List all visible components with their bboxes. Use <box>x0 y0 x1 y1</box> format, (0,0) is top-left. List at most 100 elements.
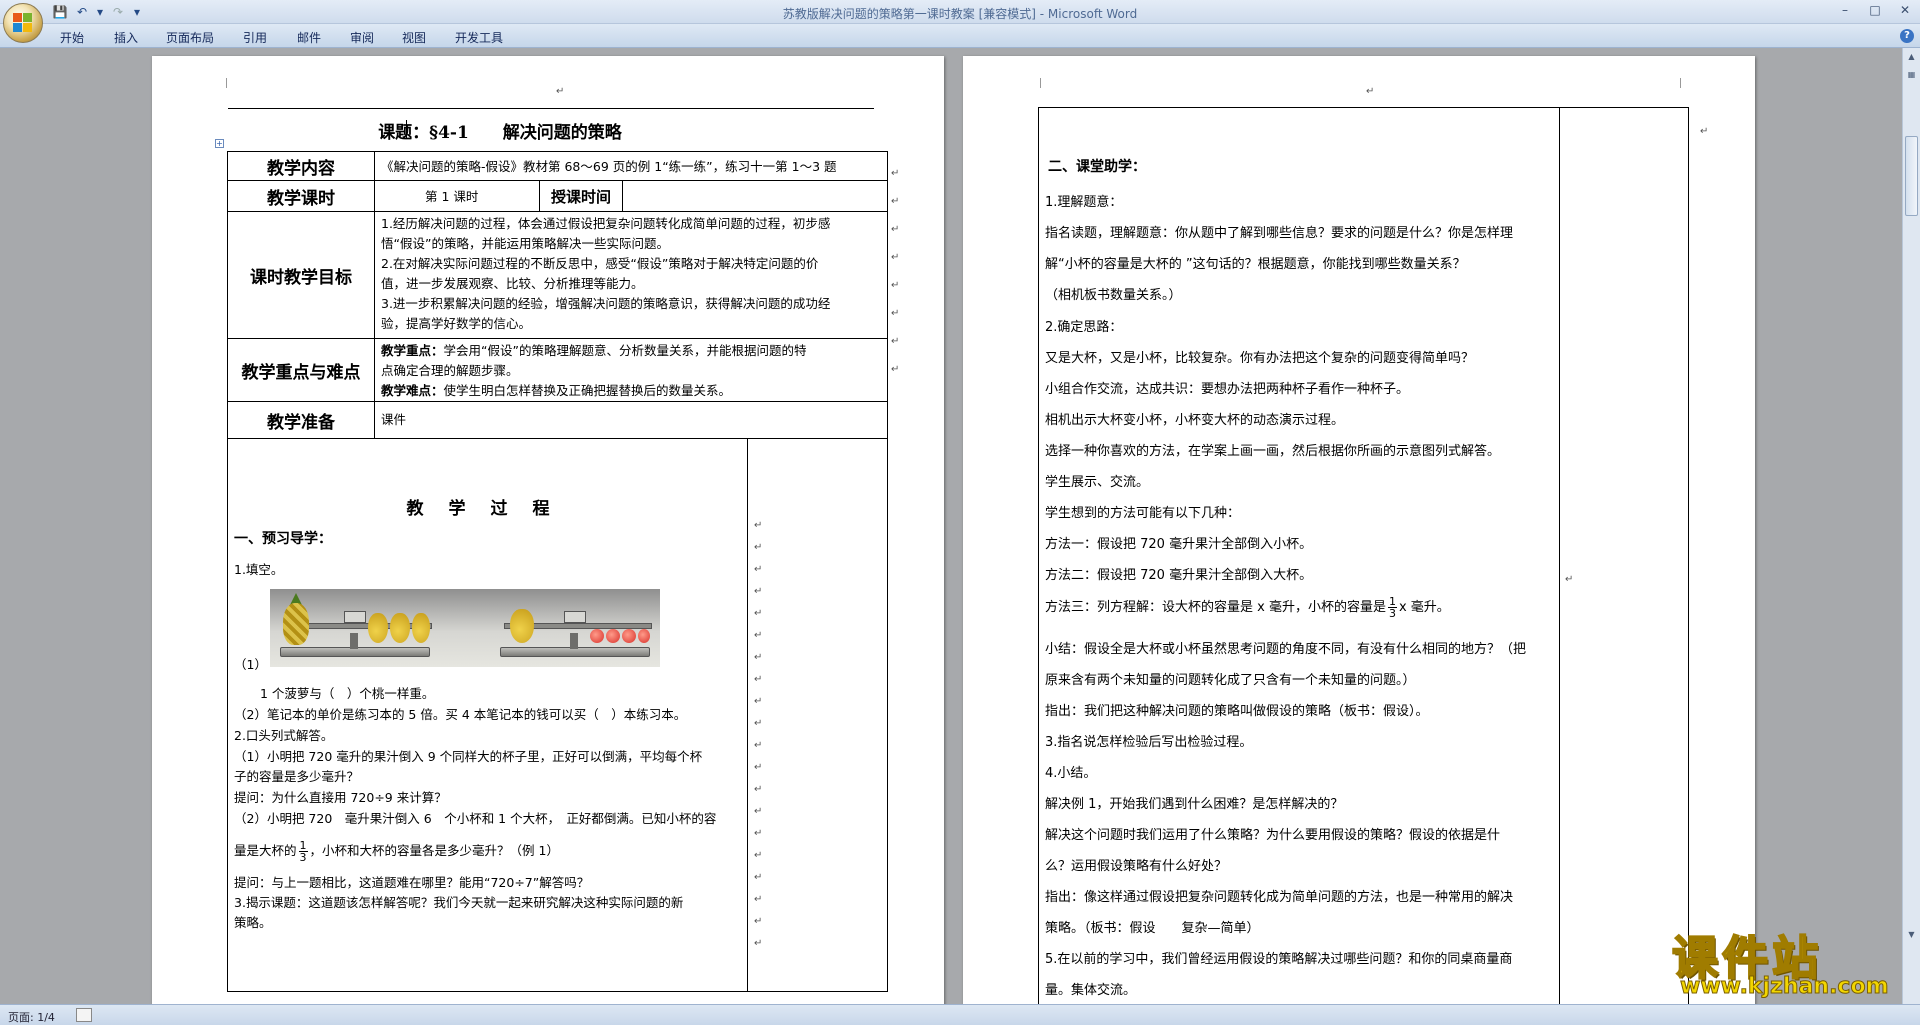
proofing-icon[interactable] <box>76 1008 92 1022</box>
fraction-denominator: 3 <box>1388 607 1396 620</box>
paragraph-mark: ↵ <box>556 86 565 97</box>
body-line: 2.口头列式解答。 <box>234 728 334 743</box>
key-lines: 教学重点：学会用“假设”的策略理解题意、分析数量关系，并能根据问题的特 点确定合… <box>375 339 887 403</box>
body-line: （1） <box>234 657 267 672</box>
section-heading-2: 二、课堂助学： <box>1048 159 1146 175</box>
header-rule <box>228 108 874 109</box>
window-controls: – □ ✕ <box>1830 0 1920 20</box>
body-line: 策略。 <box>234 915 272 930</box>
body-line: （2）笔记本的单价是练习本的 5 倍。买 4 本笔记本的钱可以买（ ）本练习本。 <box>234 707 687 722</box>
body-line: 1 个菠萝与（ ）个桃一样重。 <box>260 686 435 701</box>
peach-icon <box>606 629 620 643</box>
balance-scale-image <box>270 589 660 667</box>
body-line: 选择一种你喜欢的方法，在学案上画一画，然后根据你所画的示意图列式解答。 <box>1045 444 1501 459</box>
content-value: 《解决问题的策略-假设》教材第 68～69 页的例 1“练一练”，练习十一第 1… <box>381 159 837 174</box>
notes-cell[interactable] <box>747 438 888 992</box>
body-text: x 毫升。 <box>1398 600 1450 615</box>
difficulty-label: 教学难点： <box>381 383 444 398</box>
content-head: 教学内容 <box>267 158 335 179</box>
peach-icon <box>590 629 604 643</box>
body-text: ，小杯和大杯的容量各是多少毫升？（例 1） <box>309 843 559 858</box>
pear-icon <box>390 613 410 643</box>
paragraph-mark: ↵ <box>1565 574 1574 585</box>
body-text: 方法三：列方程解：设大杯的容量是 x 毫升，小杯的容量是 <box>1045 600 1386 615</box>
body-line: 小结：假设全是大杯或小杯虽然思考问题的角度不同，有没有什么相同的地方？（把 <box>1045 642 1527 657</box>
hours-value-cell[interactable]: 第 1 课时 <box>374 180 540 212</box>
tab-developer[interactable]: 开发工具 <box>455 29 503 46</box>
body-line: 量。集体交流。 <box>1045 983 1137 998</box>
body-line: 提问：为什么直接用 720÷9 来计算？ <box>234 790 447 805</box>
fraction-one-third: 13 <box>298 840 308 864</box>
office-logo-icon <box>13 13 33 33</box>
difficulty-text: 使学生明白怎样替换及正确把握替换后的数量关系。 <box>443 383 732 398</box>
body-line: 3.指名说怎样检验后写出检验过程。 <box>1045 735 1253 750</box>
key-head: 教学重点与难点 <box>241 362 361 383</box>
fraction-denominator: 3 <box>299 851 307 864</box>
header-cell-content: 教学内容 <box>227 151 375 181</box>
goal-line: 1.经历解决问题的过程，体会通过假设把复杂问题转化成简单问题的过程，初步感 <box>381 216 831 231</box>
minimize-icon[interactable]: – <box>1830 0 1860 20</box>
scroll-down-icon[interactable]: ▼ <box>1905 928 1918 941</box>
office-button[interactable] <box>3 3 43 43</box>
goal-value-cell[interactable]: 1.经历解决问题的过程，体会通过假设把复杂问题转化成简单问题的过程，初步感 悟“… <box>374 211 888 339</box>
body-line: （相机板书数量关系。） <box>1045 288 1182 303</box>
tab-insert[interactable]: 插入 <box>114 29 138 46</box>
body-line: 小组合作交流，达成共识：要想办法把两种杯子看作一种杯子。 <box>1045 382 1410 397</box>
header-cell-key: 教学重点与难点 <box>227 338 375 402</box>
prep-head: 教学准备 <box>267 412 335 433</box>
prep-value-cell[interactable]: 课件 <box>374 401 888 439</box>
window-title: 苏教版解决问题的策略第一课时教案 [兼容模式] - Microsoft Word <box>782 7 1138 21</box>
help-icon[interactable]: ? <box>1900 29 1914 43</box>
page2-notes-cell[interactable] <box>1559 107 1689 1007</box>
page-counter[interactable]: 页面: 1/4 <box>8 1009 55 1025</box>
crop-mark <box>1040 78 1041 88</box>
body-line: 指出：像这样通过假设把复杂问题转化成为简单问题的方法，也是一种常用的解决 <box>1045 890 1514 905</box>
tab-view[interactable]: 视图 <box>402 29 426 46</box>
body-line: 3.揭示课题：这道题该怎样解答呢？我们今天就一起来研究解决这种实际问题的新 <box>234 895 684 910</box>
content-value-cell[interactable]: 《解决问题的策略-假设》教材第 68～69 页的例 1“练一练”，练习十一第 1… <box>374 151 888 181</box>
body-line-fraction: 量是大杯的 1 3 ，小杯和大杯的容量各是多少毫升？（例 1） <box>234 840 559 863</box>
tab-home[interactable]: 开始 <box>60 29 84 46</box>
body-line: 1.理解题意： <box>1045 195 1123 210</box>
tab-review[interactable]: 审阅 <box>350 29 374 46</box>
vertical-scrollbar[interactable]: ▲ ▦ ▼ <box>1902 48 1920 1004</box>
body-line: （1）小明把 720 毫升的果汁倒入 9 个同样大的杯子里，正好可以倒满，平均每… <box>234 749 703 764</box>
pineapple-icon <box>283 603 309 645</box>
prep-value: 课件 <box>381 412 407 427</box>
fraction-one-third: 13 <box>1387 596 1397 620</box>
page-title: 课题：§4-1 解决问题的策略 <box>378 123 622 143</box>
goal-line: 验，提高学好数学的信心。 <box>381 316 532 331</box>
title-bar: 💾 ↶ ▾ ↷ ▾ 苏教版解决问题的策略第一课时教案 [兼容模式] - Micr… <box>0 0 1920 24</box>
tab-mailings[interactable]: 邮件 <box>297 29 321 46</box>
tab-references[interactable]: 引用 <box>243 29 267 46</box>
time-value-cell[interactable] <box>622 180 888 212</box>
body-line: 方法二：假设把 720 毫升果汁全部倒入大杯。 <box>1045 568 1313 583</box>
watermark-url: www.kjzhan.com <box>1680 974 1890 1000</box>
process-head: 教 学 过 程 <box>406 499 554 519</box>
table-move-handle-icon[interactable]: + <box>215 139 224 148</box>
ruler-toggle-icon[interactable]: ▦ <box>1905 68 1918 81</box>
key-line: 点确定合理的解题步骤。 <box>381 363 519 378</box>
body-line-fraction: 方法三：列方程解：设大杯的容量是 x 毫升，小杯的容量是 1 3 x 毫升。 <box>1045 596 1450 619</box>
status-bar: 页面: 1/4 <box>0 1004 1920 1025</box>
scroll-up-icon[interactable]: ▲ <box>1905 50 1918 63</box>
body-line: 相机出示大杯变小杯，小杯变大杯的动态演示过程。 <box>1045 413 1345 428</box>
body-line: 指出：我们把这种解决问题的策略叫做假设的策略（板书：假设）。 <box>1045 704 1429 719</box>
goal-lines: 1.经历解决问题的过程，体会通过假设把复杂问题转化成简单问题的过程，初步感 悟“… <box>375 212 887 336</box>
time-head-cell: 授课时间 <box>539 180 623 212</box>
ribbon-tab-bar: 开始 插入 页面布局 引用 邮件 审阅 视图 开发工具 ? <box>0 24 1920 48</box>
body-line: 学生想到的方法可能有以下几种： <box>1045 506 1241 521</box>
close-icon[interactable]: ✕ <box>1890 0 1920 20</box>
scroll-thumb[interactable] <box>1905 136 1918 216</box>
goal-line: 2.在对解决实际问题过程的不断反思中，感受“假设”策略对于解决特定问题的价 <box>381 256 819 271</box>
paragraph-marks-column: ↵ ↵ ↵ ↵ ↵ ↵ ↵ ↵ ↵ ↵ ↵ ↵ ↵ ↵ ↵ ↵ ↵ ↵ ↵ ↵ <box>754 520 763 949</box>
hours-value: 第 1 课时 <box>425 189 479 204</box>
body-line: 1.填空。 <box>234 562 284 577</box>
goal-line: 悟“假设”的策略，并能运用策略解决一些实际问题。 <box>381 236 669 251</box>
paragraph-mark: ↵ <box>1700 126 1709 137</box>
body-line: 又是大杯，又是小杯，比较复杂。你有办法把这个复杂的问题变得简单吗？ <box>1045 351 1475 366</box>
key-value-cell[interactable]: 教学重点：学会用“假设”的策略理解题意、分析数量关系，并能根据问题的特 点确定合… <box>374 338 888 402</box>
tab-page-layout[interactable]: 页面布局 <box>166 29 214 46</box>
maximize-icon[interactable]: □ <box>1860 0 1890 20</box>
crop-mark <box>1680 78 1681 88</box>
